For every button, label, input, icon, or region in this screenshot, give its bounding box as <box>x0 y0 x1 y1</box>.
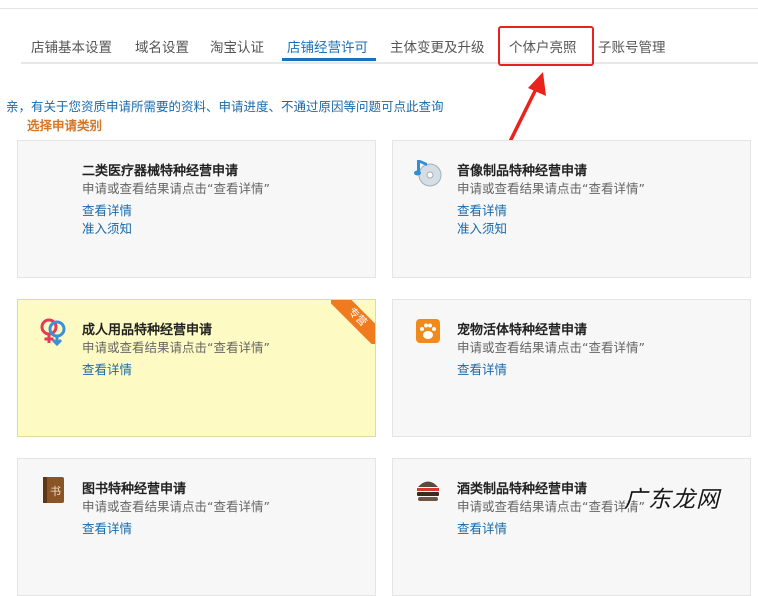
card-desc: 申请或查看结果请点击“查看详情” <box>82 340 270 355</box>
card-title: 成人用品特种经营申请 <box>82 323 213 338</box>
card-title: 音像制品特种经营申请 <box>457 164 588 179</box>
paw-icon <box>416 319 440 343</box>
view-details-link[interactable]: 查看详情 <box>457 518 507 537</box>
card-title: 二类医疗器械特种经营申请 <box>82 164 239 179</box>
card-desc: 申请或查看结果请点击“查看详情” <box>457 499 645 514</box>
notice-link[interactable]: 亲，有关于您资质申请所需要的资料、申请进度、不通过原因等问题可点此查询 <box>6 96 444 115</box>
card-alcohol: 酒类制品特种经营申请 申请或查看结果请点击“查看详情” 查看详情 <box>392 458 751 596</box>
music-disc-icon <box>414 160 442 187</box>
exclusive-badge: 专营 <box>331 300 375 344</box>
watermark: 广东龙网 <box>624 487 720 513</box>
view-details-link[interactable]: 查看详情 <box>82 518 132 537</box>
access-notice-link[interactable]: 准入须知 <box>82 218 132 237</box>
page: 店铺基本设置 域名设置 淘宝认证 店铺经营许可 主体变更及升级 个体户亮照 子账… <box>0 0 758 596</box>
book-icon: 书 <box>43 477 64 503</box>
card-desc: 申请或查看结果请点击“查看详情” <box>82 181 270 196</box>
card-desc: 申请或查看结果请点击“查看详情” <box>82 499 270 514</box>
card-medical-devices: 二类医疗器械特种经营申请 申请或查看结果请点击“查看详情” 查看详情 准入须知 <box>17 140 376 278</box>
card-title: 宠物活体特种经营申请 <box>457 323 588 338</box>
view-details-link[interactable]: 查看详情 <box>82 200 132 219</box>
view-details-link[interactable]: 查看详情 <box>457 359 507 378</box>
view-details-link[interactable]: 查看详情 <box>457 200 507 219</box>
view-details-link[interactable]: 查看详情 <box>82 359 132 378</box>
card-books: 书 图书特种经营申请 申请或查看结果请点击“查看详情” 查看详情 <box>17 458 376 596</box>
svg-text:书: 书 <box>50 485 61 498</box>
card-live-pets: 宠物活体特种经营申请 申请或查看结果请点击“查看详情” 查看详情 <box>392 299 751 437</box>
burger-icon <box>417 481 439 501</box>
card-adult-products: 成人用品特种经营申请 申请或查看结果请点击“查看详情” 查看详情 专营 <box>17 299 376 437</box>
gender-symbol-icon <box>40 318 66 346</box>
card-title: 酒类制品特种经营申请 <box>457 482 588 497</box>
card-desc: 申请或查看结果请点击“查看详情” <box>457 340 645 355</box>
section-title: 选择申请类别 <box>27 118 103 133</box>
card-audio-video: 音像制品特种经营申请 申请或查看结果请点击“查看详情” 查看详情 准入须知 <box>392 140 751 278</box>
card-desc: 申请或查看结果请点击“查看详情” <box>457 181 645 196</box>
access-notice-link[interactable]: 准入须知 <box>457 218 507 237</box>
card-title: 图书特种经营申请 <box>82 482 187 497</box>
badge-label: 专营 <box>331 300 375 344</box>
